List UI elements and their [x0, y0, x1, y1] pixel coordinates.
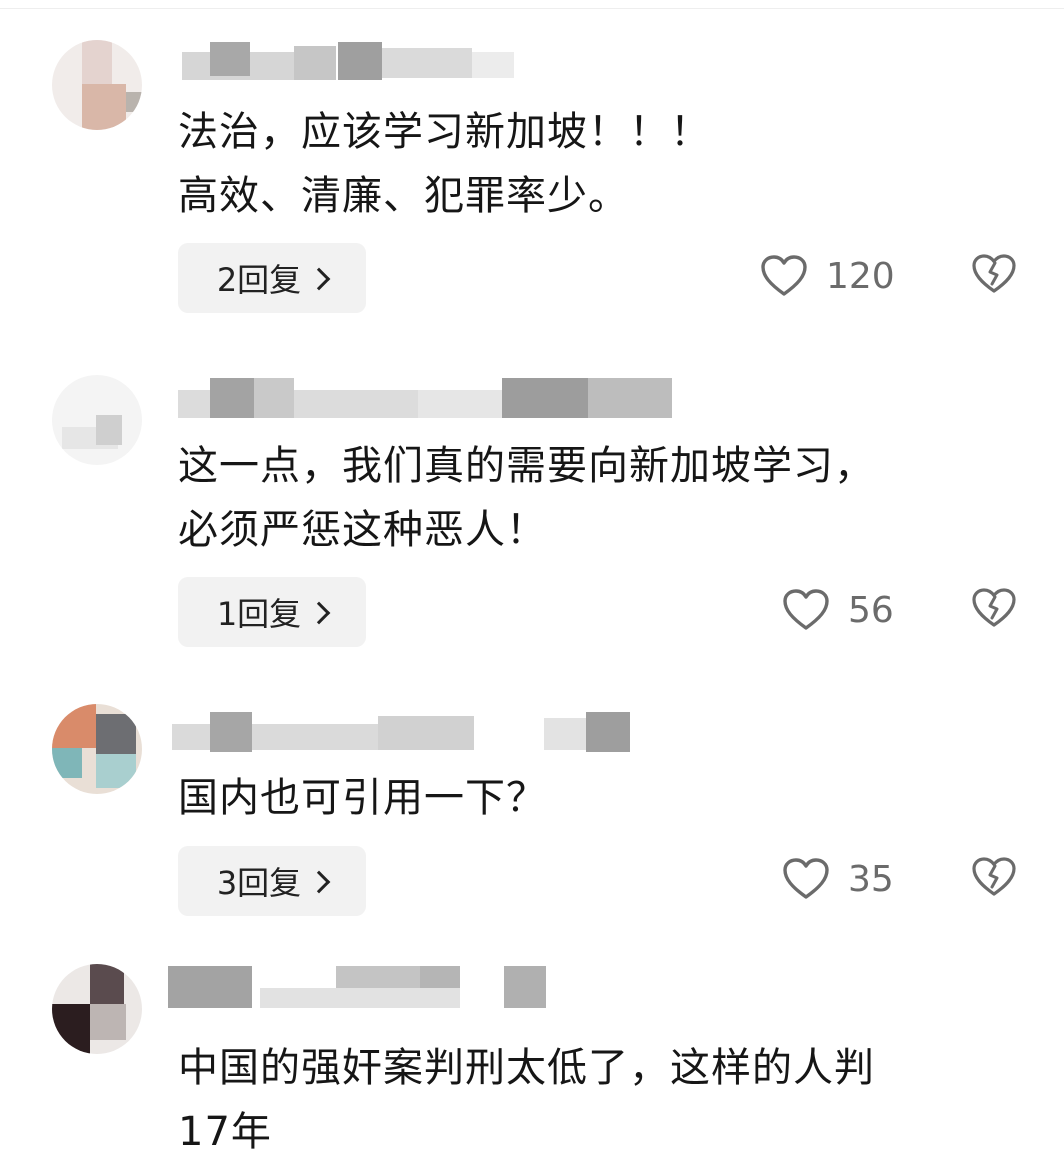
comment-text: 法治，应该学习新加坡！！！ 高效、清廉、犯罪率少。	[178, 109, 711, 219]
replies-label: 2回复	[216, 261, 302, 299]
view-replies-button[interactable]: 3回复	[178, 846, 366, 916]
username-redacted[interactable]	[168, 38, 688, 80]
chevron-right-icon	[307, 601, 331, 625]
username-redacted[interactable]	[168, 710, 688, 752]
replies-label: 3回复	[216, 864, 302, 902]
like-count: 35	[848, 858, 894, 900]
like-count: 56	[848, 589, 894, 631]
broken-heart-icon	[971, 856, 1017, 902]
view-replies-button[interactable]: 1回复	[178, 577, 366, 647]
broken-heart-icon	[971, 253, 1017, 299]
like-button[interactable]: 120	[760, 241, 895, 311]
comment-text: 中国的强奸案判刑太低了，这样的人判 17年	[178, 1045, 875, 1155]
like-button[interactable]: 35	[782, 844, 894, 914]
comment-text: 国内也可引用一下？	[178, 775, 547, 821]
avatar[interactable]	[52, 964, 142, 1054]
dislike-button[interactable]	[966, 575, 1022, 645]
avatar[interactable]	[52, 375, 142, 465]
heart-outline-icon	[760, 254, 808, 298]
chevron-right-icon	[307, 870, 331, 894]
like-button[interactable]: 56	[782, 575, 894, 645]
broken-heart-icon	[971, 587, 1017, 633]
replies-label: 1回复	[216, 595, 302, 633]
username-redacted[interactable]	[168, 376, 688, 418]
heart-outline-icon	[782, 857, 830, 901]
view-replies-button[interactable]: 2回复	[178, 243, 366, 313]
comment-text: 这一点，我们真的需要向新加坡学习， 必须严惩这种恶人！	[178, 443, 875, 553]
username-redacted[interactable]	[168, 966, 688, 1008]
avatar[interactable]	[52, 704, 142, 794]
avatar[interactable]	[52, 40, 142, 130]
chevron-right-icon	[307, 267, 331, 291]
dislike-button[interactable]	[966, 844, 1022, 914]
like-count: 120	[826, 255, 895, 297]
heart-outline-icon	[782, 588, 830, 632]
dislike-button[interactable]	[966, 241, 1022, 311]
top-divider	[0, 8, 1064, 9]
